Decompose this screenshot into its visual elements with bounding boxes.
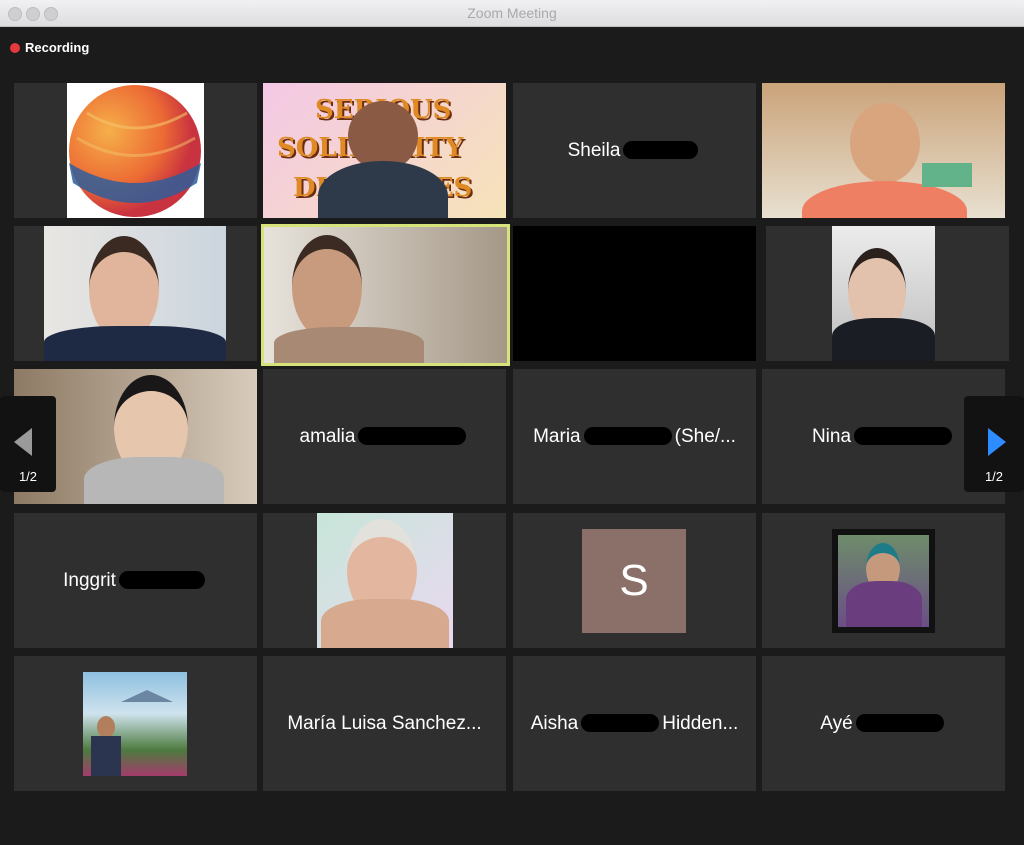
- participant-video: [44, 226, 226, 361]
- redaction-mark: [583, 427, 672, 446]
- participant-name: María Luisa Sanchez...: [287, 712, 482, 734]
- person-body: [846, 581, 922, 627]
- redaction-mark: [581, 714, 660, 733]
- chevron-right-icon: [988, 428, 1006, 456]
- participant-tile-video-5[interactable]: [14, 226, 257, 361]
- participant-video: [264, 227, 507, 363]
- participant-tile-video-14[interactable]: [263, 513, 506, 648]
- participant-tile-aye[interactable]: Ayé: [762, 656, 1005, 791]
- person-head: [850, 103, 920, 183]
- person-body: [318, 161, 448, 218]
- redaction-mark: [358, 427, 467, 446]
- person-body: [832, 318, 935, 361]
- recording-indicator[interactable]: Recording: [10, 40, 89, 55]
- participant-name: Sheila: [513, 140, 756, 162]
- participant-video: [67, 83, 204, 218]
- circle-logo-icon: [69, 85, 201, 217]
- participant-video: [832, 226, 935, 361]
- avatar: [83, 672, 187, 776]
- participant-tile-maria[interactable]: Maria (She/...: [513, 369, 756, 504]
- person-body: [84, 457, 224, 504]
- participant-tile-banner[interactable]: SERIOUS SOLIDARITY DIALOGUES: [263, 83, 506, 218]
- person-head: [292, 235, 362, 339]
- participant-tile-video-8[interactable]: [766, 226, 1009, 361]
- participant-tile-amalia[interactable]: amalia: [263, 369, 506, 504]
- participant-video: SERIOUS SOLIDARITY DIALOGUES: [263, 83, 506, 218]
- redaction-mark: [854, 427, 953, 446]
- background-sign: [922, 163, 972, 187]
- person-head: [97, 716, 115, 738]
- participant-tile-aisha[interactable]: Aisha Hidden...: [513, 656, 756, 791]
- participant-name: Inggrit: [14, 570, 257, 592]
- redaction-mark: [118, 571, 205, 590]
- window-titlebar: Zoom Meeting: [0, 0, 1024, 27]
- redaction-mark: [623, 141, 699, 160]
- participant-name: Aisha Hidden...: [530, 712, 739, 734]
- participant-name: Maria (She/...: [533, 425, 736, 447]
- person-body: [91, 736, 121, 776]
- participant-name: amalia: [263, 426, 506, 448]
- participant-tile-video-17[interactable]: [14, 656, 257, 791]
- participant-tile-maria-luisa[interactable]: María Luisa Sanchez...: [263, 656, 506, 791]
- redaction-mark: [855, 714, 944, 733]
- previous-page-button[interactable]: 1/2: [0, 396, 56, 492]
- avatar-image: [838, 535, 929, 627]
- avatar: S: [582, 529, 686, 633]
- participant-tile-video-16[interactable]: [762, 513, 1005, 648]
- participant-video: [317, 513, 453, 648]
- person-body: [44, 326, 226, 361]
- participant-tile-black[interactable]: [513, 226, 756, 361]
- recording-dot-icon: [10, 42, 20, 53]
- participant-tile-video-4[interactable]: [762, 83, 1005, 218]
- person-body: [274, 327, 424, 363]
- chevron-left-icon: [14, 428, 32, 456]
- page-indicator-right: 1/2: [984, 469, 1004, 484]
- next-page-button[interactable]: 1/2: [964, 396, 1024, 492]
- mountain-shape: [121, 690, 173, 702]
- recording-label: Recording: [25, 40, 90, 55]
- participant-tile-inggrit[interactable]: Inggrit: [14, 513, 257, 648]
- participant-tile-active-speaker[interactable]: [261, 224, 510, 366]
- participant-name: Ayé: [762, 713, 1005, 735]
- participant-video: [762, 83, 1005, 218]
- avatar: [832, 529, 935, 633]
- window-title: Zoom Meeting: [467, 5, 557, 21]
- person-body: [321, 599, 449, 648]
- participant-tile-sheila[interactable]: Sheila: [513, 83, 756, 218]
- participant-tile-s[interactable]: S: [513, 513, 756, 648]
- participant-tile-logo[interactable]: [14, 83, 257, 218]
- page-indicator-left: 1/2: [18, 469, 38, 484]
